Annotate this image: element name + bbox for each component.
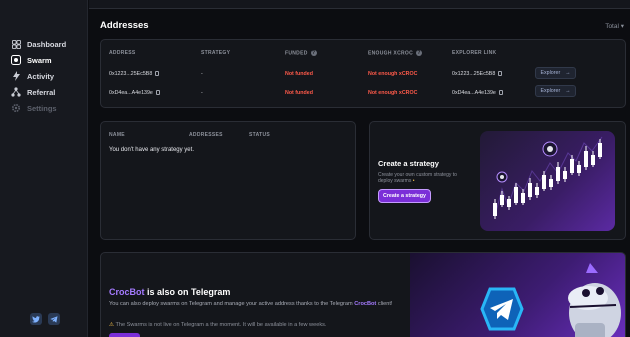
create-strategy-card: Create a strategy Create your own custom… — [369, 121, 626, 240]
enough-header-label: ENOUGH XCROC — [368, 50, 413, 57]
column-header-status: STATUS — [249, 132, 271, 138]
coin-icon — [496, 171, 508, 183]
xcroc-status: Not enough xCROC — [368, 90, 418, 96]
crocbot-brand: CrocBot — [109, 287, 145, 297]
column-header-name: NAME — [109, 132, 125, 138]
address-cell: 0xD4ea...A4e139e — [109, 90, 160, 96]
sidebar-item-label: Settings — [27, 103, 57, 113]
page-title: Addresses — [100, 20, 149, 31]
chevron-down-icon: ▾ — [620, 23, 624, 30]
warning-text: The Swarms is not live on Telegram a the… — [115, 322, 327, 328]
telegram-promo-body: You can also deploy swarms on Telegram a… — [109, 301, 401, 309]
explorer-button-label: Explorer — [540, 88, 561, 94]
create-desc-text: Create your own custom strategy to deplo… — [378, 172, 457, 184]
referral-icon — [11, 87, 21, 97]
explorer-address-text: 0x1223...25Ec5B8 — [452, 71, 496, 77]
explorer-button[interactable]: Explorer → — [535, 67, 576, 79]
explorer-address-text: 0xD4ea...A4e139e — [452, 90, 496, 96]
column-header-strategy: STRATEGY — [201, 50, 231, 56]
copy-icon[interactable] — [498, 71, 503, 77]
strategy-cell: - — [201, 90, 203, 96]
column-header-address: ADDRESS — [109, 50, 136, 56]
coin-icon — [542, 141, 558, 157]
settings-icon — [11, 103, 21, 113]
telegram-crocbot-illustration — [410, 253, 625, 337]
body-text: You can also deploy swarms on Telegram a… — [109, 301, 355, 307]
telegram-promo-card: CrocBot is also on Telegram You can also… — [100, 252, 626, 337]
explorer-address: 0x1223...25Ec5B8 — [452, 71, 503, 77]
social-links — [30, 313, 60, 325]
create-strategy-title: Create a strategy — [378, 159, 439, 168]
funded-status: Not funded — [285, 90, 313, 96]
telegram-cta-button[interactable] — [109, 333, 140, 337]
telegram-promo-title: CrocBot is also on Telegram — [109, 287, 230, 297]
dashboard-icon — [11, 39, 21, 49]
sidebar: Dashboard Swarm Activity Referral Settin… — [0, 0, 88, 337]
sidebar-item-label: Referral — [27, 87, 56, 97]
swarm-icon — [11, 55, 21, 65]
copy-icon[interactable] — [498, 90, 503, 96]
sidebar-item-swarm[interactable]: Swarm — [11, 52, 66, 68]
funded-status: Not funded — [285, 71, 313, 77]
twitter-icon[interactable] — [30, 313, 42, 325]
funded-header-label: FUNDED — [285, 50, 308, 57]
sidebar-item-referral[interactable]: Referral — [11, 84, 66, 100]
arrow-right-icon: → — [565, 88, 571, 94]
warning-icon: ⚠ — [109, 322, 115, 328]
total-filter-label: Total — [605, 23, 619, 30]
address-text: 0x1223...25Ec5B8 — [109, 71, 153, 77]
address-cell: 0x1223...25Ec5B8 — [109, 71, 160, 77]
column-header-explorer: EXPLORER LINK — [452, 50, 497, 56]
telegram-icon[interactable] — [48, 313, 60, 325]
activity-icon — [11, 71, 21, 81]
strategies-table: NAME ADDRESSES STATUS You don't have any… — [100, 121, 356, 240]
column-header-funded: FUNDED? — [285, 50, 317, 56]
sidebar-item-activity[interactable]: Activity — [11, 68, 66, 84]
candlestick-illustration — [480, 131, 615, 231]
explorer-button-label: Explorer — [540, 70, 561, 76]
sidebar-item-label: Swarm — [27, 55, 52, 65]
column-header-enough-xcroc: ENOUGH XCROC? — [368, 50, 422, 56]
crocbot-link[interactable]: CrocBot — [354, 301, 376, 307]
total-filter-dropdown[interactable]: Total ▾ — [605, 22, 624, 30]
top-strip — [89, 0, 630, 9]
sidebar-item-label: Activity — [27, 71, 55, 81]
sidebar-item-settings[interactable]: Settings — [11, 100, 66, 116]
emoji-icon: • — [412, 178, 415, 184]
arrow-right-icon: → — [565, 70, 571, 76]
create-strategy-button[interactable]: Create a strategy — [378, 189, 431, 203]
column-header-addresses: ADDRESSES — [189, 132, 223, 138]
telegram-warning: ⚠ The Swarms is not live on Telegram a t… — [109, 322, 326, 328]
title-rest: is also on Telegram — [144, 287, 231, 297]
sidebar-item-dashboard[interactable]: Dashboard — [11, 36, 66, 52]
info-icon[interactable]: ? — [310, 50, 317, 56]
create-strategy-description: Create your own custom strategy to deplo… — [378, 172, 468, 184]
xcroc-status: Not enough xCROC — [368, 71, 418, 77]
body-text-end: client! — [376, 301, 393, 307]
explorer-button[interactable]: Explorer → — [535, 85, 576, 97]
explorer-address: 0xD4ea...A4e139e — [452, 90, 503, 96]
address-text: 0xD4ea...A4e139e — [109, 90, 153, 96]
copy-icon[interactable] — [155, 90, 160, 96]
sidebar-item-label: Dashboard — [27, 39, 67, 49]
strategy-cell: - — [201, 71, 203, 77]
addresses-table: ADDRESS STRATEGY FUNDED? ENOUGH XCROC? E… — [100, 39, 626, 108]
info-icon[interactable]: ? — [416, 50, 422, 56]
sidebar-nav: Dashboard Swarm Activity Referral Settin… — [11, 36, 66, 116]
empty-state-text: You don't have any strategy yet. — [109, 147, 194, 153]
copy-icon[interactable] — [155, 71, 160, 77]
